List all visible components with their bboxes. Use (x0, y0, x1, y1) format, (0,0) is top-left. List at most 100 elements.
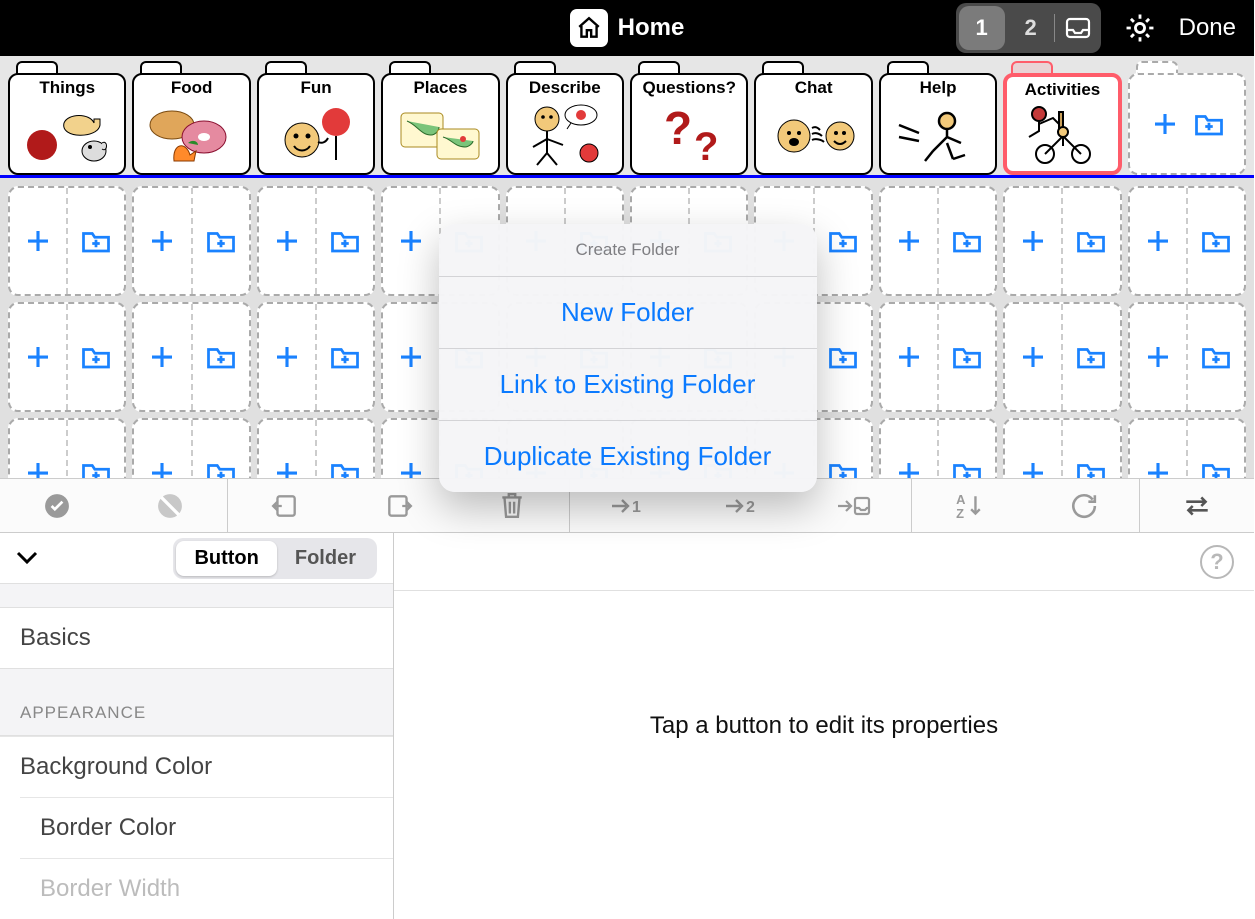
segment-folder[interactable]: Folder (277, 541, 374, 576)
new-folder-option[interactable]: New Folder (439, 277, 817, 349)
add-button-icon (259, 188, 317, 294)
svg-text:?: ? (664, 102, 692, 154)
empty-cell[interactable] (1003, 302, 1121, 412)
folder-places-icon (385, 98, 495, 169)
empty-cell[interactable] (257, 418, 375, 478)
link-existing-option[interactable]: Link to Existing Folder (439, 349, 817, 421)
basics-row[interactable]: Basics (0, 607, 393, 669)
empty-cell[interactable] (1003, 186, 1121, 296)
add-folder-icon (193, 188, 249, 294)
empty-cell[interactable] (1003, 418, 1121, 478)
tray-icon[interactable] (1055, 6, 1101, 50)
create-folder-sheet: Create Folder New Folder Link to Existin… (439, 224, 817, 492)
empty-cell[interactable] (8, 302, 126, 412)
empty-cell[interactable] (8, 418, 126, 478)
folder-describe[interactable]: Describe (506, 61, 624, 175)
add-folder-icon (317, 188, 373, 294)
page-2[interactable]: 2 (1008, 6, 1054, 50)
add-button-icon (1130, 420, 1188, 478)
empty-state-message: Tap a button to edit its properties (650, 712, 998, 740)
add-button-icon (10, 420, 68, 478)
empty-cell[interactable] (879, 418, 997, 478)
svg-text:?: ? (694, 125, 718, 166)
empty-cell[interactable] (8, 186, 126, 296)
add-folder-icon (815, 188, 871, 294)
type-segment[interactable]: Button Folder (173, 538, 377, 579)
folder-fun-icon (261, 98, 371, 169)
page-1[interactable]: 1 (959, 6, 1005, 50)
border-color-row[interactable]: Border Color (20, 797, 393, 858)
add-folder-icon (1063, 420, 1119, 478)
select-all-button[interactable] (0, 479, 114, 532)
swap-button[interactable] (1140, 479, 1254, 532)
empty-cell[interactable] (257, 186, 375, 296)
folder-fun[interactable]: Fun (257, 61, 375, 175)
empty-cell[interactable] (132, 302, 250, 412)
page-switcher[interactable]: 1 2 (956, 3, 1101, 53)
add-folder-icon (1188, 304, 1244, 410)
folder-label: Describe (529, 78, 601, 98)
folder-things[interactable]: Things (8, 61, 126, 175)
empty-cell[interactable] (1128, 186, 1246, 296)
folder-food-icon (136, 98, 246, 169)
folder-places[interactable]: Places (381, 61, 499, 175)
svg-text:1: 1 (632, 499, 641, 516)
folder-add-empty[interactable] (1128, 61, 1246, 175)
empty-cell[interactable] (1128, 302, 1246, 412)
svg-text:A: A (956, 492, 965, 507)
add-folder-icon (1194, 111, 1224, 137)
add-button-icon (881, 188, 939, 294)
empty-cell[interactable] (879, 186, 997, 296)
empty-cell[interactable] (132, 418, 250, 478)
add-folder-icon (68, 420, 124, 478)
empty-cell[interactable] (257, 302, 375, 412)
duplicate-existing-option[interactable]: Duplicate Existing Folder (439, 421, 817, 492)
add-folder-icon (939, 188, 995, 294)
add-folder-icon (317, 420, 373, 478)
folder-help-icon (883, 98, 993, 169)
move-to-storage-button[interactable] (797, 479, 911, 532)
folder-label: Help (920, 78, 957, 98)
properties-main: ? Tap a button to edit its properties (394, 533, 1254, 919)
background-color-row[interactable]: Background Color (0, 736, 393, 797)
empty-cell[interactable] (1128, 418, 1246, 478)
add-folder-icon (1063, 304, 1119, 410)
folder-chat[interactable]: Chat (754, 61, 872, 175)
add-button-icon (1005, 420, 1063, 478)
svg-text:Z: Z (956, 505, 964, 519)
home-icon (570, 9, 608, 47)
folder-food[interactable]: Food (132, 61, 250, 175)
help-icon[interactable]: ? (1200, 545, 1234, 579)
paste-button[interactable] (342, 479, 456, 532)
add-folder-icon (193, 420, 249, 478)
refresh-button[interactable] (1026, 479, 1140, 532)
folder-label: Questions? (642, 78, 736, 98)
segment-button[interactable]: Button (176, 541, 276, 576)
done-button[interactable]: Done (1179, 14, 1236, 42)
add-folder-icon (68, 304, 124, 410)
chevron-down-icon[interactable] (16, 551, 38, 565)
empty-cell[interactable] (879, 302, 997, 412)
folder-activities[interactable]: Activities (1003, 61, 1121, 175)
folder-things-icon (12, 98, 122, 169)
add-button-icon (383, 304, 441, 410)
folder-questions[interactable]: Questions? ?? (630, 61, 748, 175)
folder-chat-icon (758, 98, 868, 169)
folder-describe-icon (510, 98, 620, 169)
top-bar: Home 1 2 Done (0, 0, 1254, 56)
add-button-icon (383, 420, 441, 478)
add-button-icon (1005, 188, 1063, 294)
gear-icon[interactable] (1123, 11, 1157, 45)
sheet-title: Create Folder (439, 224, 817, 277)
border-width-row[interactable]: Border Width (20, 858, 393, 919)
add-button-icon (10, 188, 68, 294)
folder-label: Food (171, 78, 213, 98)
plus-icon (1150, 109, 1180, 139)
folder-label: Things (39, 78, 95, 98)
folder-help[interactable]: Help (879, 61, 997, 175)
empty-cell[interactable] (132, 186, 250, 296)
deselect-button[interactable] (114, 479, 228, 532)
copy-button[interactable] (228, 479, 342, 532)
sort-az-button[interactable]: AZ (912, 479, 1026, 532)
folder-label: Chat (795, 78, 833, 98)
